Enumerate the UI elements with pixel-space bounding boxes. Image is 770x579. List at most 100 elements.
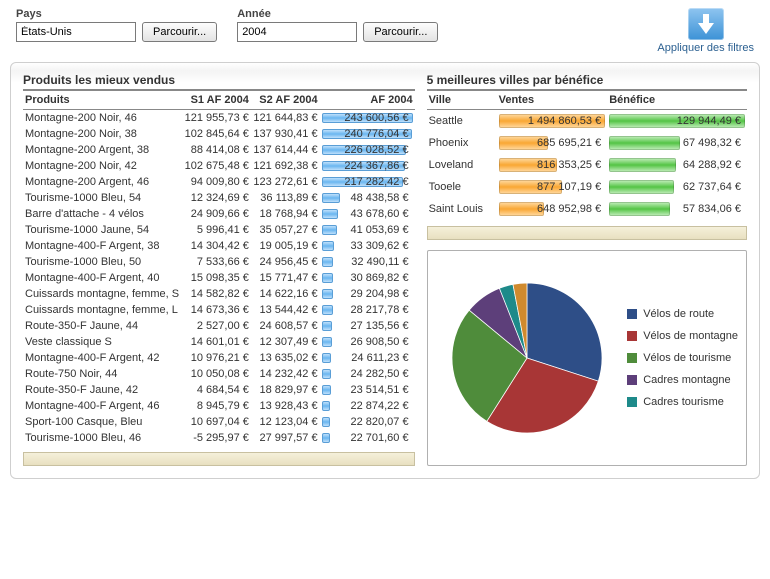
table-row[interactable]: Route-350-F Jaune, 442 527,00 €24 608,57… (23, 318, 415, 334)
product-af: 28 217,78 € (350, 304, 408, 316)
city-profit: 64 288,92 € (683, 157, 741, 173)
product-s1: 4 684,54 € (182, 382, 251, 398)
table-row[interactable]: Montagne-400-F Argent, 4015 098,35 €15 7… (23, 270, 415, 286)
product-s1: 10 697,04 € (182, 414, 251, 430)
product-s2: 12 123,04 € (251, 414, 320, 430)
product-s2: 12 307,49 € (251, 334, 320, 350)
table-row[interactable]: Montagne-200 Noir, 46121 955,73 €121 644… (23, 110, 415, 127)
table-row[interactable]: Montagne-200 Argent, 4694 009,80 €123 27… (23, 174, 415, 190)
product-s2: 15 771,47 € (251, 270, 320, 286)
product-s1: 15 098,35 € (182, 270, 251, 286)
product-name: Route-350-F Jaune, 44 (23, 318, 182, 334)
city-profit: 57 834,06 € (683, 201, 741, 217)
col-city[interactable]: Ville (427, 91, 497, 110)
product-name: Sport-100 Casque, Bleu (23, 414, 182, 430)
col-sales[interactable]: Ventes (497, 91, 608, 110)
product-s1: 14 304,42 € (182, 238, 251, 254)
product-s1: 94 009,80 € (182, 174, 251, 190)
table-row[interactable]: Cuissards montagne, femme, L14 673,36 €1… (23, 302, 415, 318)
table-row[interactable]: Montagne-400-F Argent, 468 945,79 €13 92… (23, 398, 415, 414)
product-name: Montagne-200 Noir, 42 (23, 158, 182, 174)
cities-table: Ville Ventes Bénéfice Seattle1 494 860,5… (427, 91, 747, 220)
product-s2: 18 768,94 € (251, 206, 320, 222)
table-row[interactable]: Loveland816 353,25 €64 288,92 € (427, 154, 747, 176)
product-s1: 14 673,36 € (182, 302, 251, 318)
table-row[interactable]: Montagne-200 Noir, 38102 845,64 €137 930… (23, 126, 415, 142)
browse-year-button[interactable]: Parcourir... (363, 22, 438, 42)
product-af: 30 869,82 € (350, 272, 408, 284)
col-profit[interactable]: Bénéfice (607, 91, 747, 110)
legend-label: Cadres tourisme (643, 396, 724, 408)
table-row[interactable]: Tooele877 107,19 €62 737,64 € (427, 176, 747, 198)
product-s2: 137 930,41 € (251, 126, 320, 142)
product-s2: 19 005,19 € (251, 238, 320, 254)
table-row[interactable]: Montagne-400-F Argent, 4210 976,21 €13 6… (23, 350, 415, 366)
col-s2[interactable]: S2 AF 2004 (251, 91, 320, 110)
year-input[interactable] (237, 22, 357, 42)
product-af: 27 135,56 € (350, 320, 408, 332)
table-row[interactable]: Seattle1 494 860,53 €129 944,49 € (427, 110, 747, 133)
browse-country-button[interactable]: Parcourir... (142, 22, 217, 42)
city-name: Tooele (427, 176, 497, 198)
country-label: Pays (16, 8, 217, 20)
product-s2: 123 272,61 € (251, 174, 320, 190)
product-s1: 12 324,69 € (182, 190, 251, 206)
product-s1: 102 675,48 € (182, 158, 251, 174)
arrow-down-icon (688, 8, 724, 40)
product-name: Barre d'attache - 4 vélos (23, 206, 182, 222)
table-row[interactable]: Tourisme-1000 Bleu, 46-5 295,97 €27 997,… (23, 430, 415, 446)
product-name: Montagne-200 Argent, 38 (23, 142, 182, 158)
legend-label: Vélos de tourisme (643, 352, 731, 364)
table-row[interactable]: Cuissards montagne, femme, S14 582,82 €1… (23, 286, 415, 302)
table-row[interactable]: Sport-100 Casque, Bleu10 697,04 €12 123,… (23, 414, 415, 430)
table-row[interactable]: Montagne-400-F Argent, 3814 304,42 €19 0… (23, 238, 415, 254)
table-row[interactable]: Tourisme-1000 Jaune, 545 996,41 €35 057,… (23, 222, 415, 238)
product-s1: 14 601,01 € (182, 334, 251, 350)
product-s1: 10 976,21 € (182, 350, 251, 366)
table-row[interactable]: Veste classique S14 601,01 €12 307,49 € 2… (23, 334, 415, 350)
table-row[interactable]: Route-750 Noir, 4410 050,08 €14 232,42 €… (23, 366, 415, 382)
product-s2: 35 057,27 € (251, 222, 320, 238)
product-af: 26 908,50 € (350, 336, 408, 348)
table-row[interactable]: Route-350-F Jaune, 424 684,54 €18 829,97… (23, 382, 415, 398)
table-row[interactable]: Saint Louis648 952,98 €57 834,06 € (427, 198, 747, 220)
table-row[interactable]: Tourisme-1000 Bleu, 5412 324,69 €36 113,… (23, 190, 415, 206)
col-product[interactable]: Produits (23, 91, 182, 110)
city-name: Saint Louis (427, 198, 497, 220)
country-input[interactable] (16, 22, 136, 42)
scrollbar[interactable] (23, 452, 415, 466)
col-s1[interactable]: S1 AF 2004 (182, 91, 251, 110)
product-name: Veste classique S (23, 334, 182, 350)
apply-filters-button[interactable]: Appliquer des filtres (657, 8, 754, 54)
product-s2: 24 956,45 € (251, 254, 320, 270)
table-row[interactable]: Montagne-200 Argent, 3888 414,08 €137 61… (23, 142, 415, 158)
product-af: 41 053,69 € (350, 224, 408, 236)
legend-item: Vélos de tourisme (627, 352, 738, 364)
product-s2: 13 635,02 € (251, 350, 320, 366)
product-af: 217 282,42 € (344, 176, 408, 188)
table-row[interactable]: Montagne-200 Noir, 42102 675,48 €121 692… (23, 158, 415, 174)
city-name: Phoenix (427, 132, 497, 154)
product-s1: 8 945,79 € (182, 398, 251, 414)
table-row[interactable]: Barre d'attache - 4 vélos24 909,66 €18 7… (23, 206, 415, 222)
legend-label: Cadres montagne (643, 374, 730, 386)
product-s1: 5 996,41 € (182, 222, 251, 238)
scrollbar[interactable] (427, 226, 747, 240)
product-af: 22 874,22 € (350, 400, 408, 412)
city-profit: 129 944,49 € (677, 113, 741, 129)
col-af[interactable]: AF 2004 (320, 91, 415, 110)
city-sales: 816 353,25 € (537, 157, 601, 173)
product-s2: 14 232,42 € (251, 366, 320, 382)
product-name: Montagne-200 Argent, 46 (23, 174, 182, 190)
table-row[interactable]: Phoenix685 695,21 €67 498,32 € (427, 132, 747, 154)
product-s2: 24 608,57 € (251, 318, 320, 334)
product-name: Cuissards montagne, femme, S (23, 286, 182, 302)
product-s2: 13 544,42 € (251, 302, 320, 318)
product-name: Tourisme-1000 Bleu, 50 (23, 254, 182, 270)
product-name: Montagne-400-F Argent, 46 (23, 398, 182, 414)
product-af: 29 204,98 € (350, 288, 408, 300)
product-s2: 137 614,44 € (251, 142, 320, 158)
product-s2: 121 692,38 € (251, 158, 320, 174)
city-profit: 62 737,64 € (683, 179, 741, 195)
table-row[interactable]: Tourisme-1000 Bleu, 507 533,66 €24 956,4… (23, 254, 415, 270)
